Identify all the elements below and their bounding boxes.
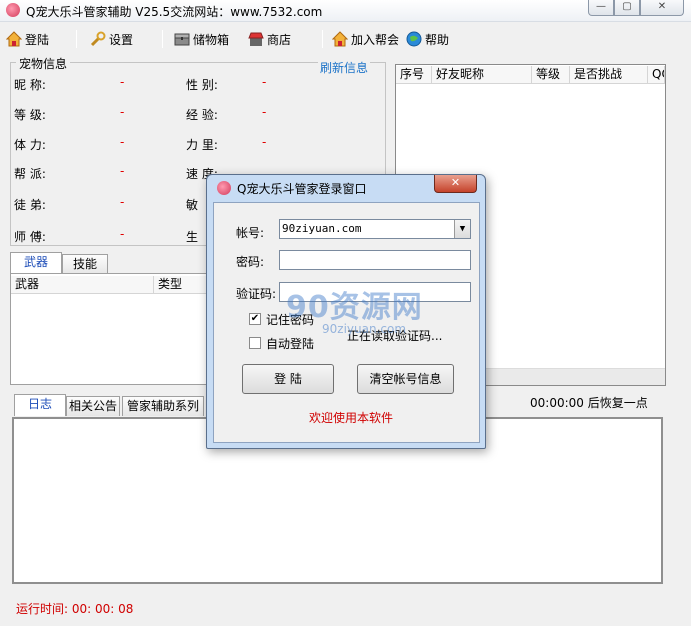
- friend-col-nickname[interactable]: 好友昵称: [432, 66, 532, 84]
- nickname-value: -: [120, 75, 125, 89]
- password-field[interactable]: [279, 250, 471, 270]
- clear-account-button[interactable]: 清空帐号信息: [357, 364, 454, 394]
- wrench-icon: [90, 31, 106, 47]
- tab-weapons[interactable]: 武器: [10, 252, 62, 274]
- maximize-button[interactable]: ▢: [614, 0, 640, 16]
- strength-label: 力 里:: [186, 138, 218, 152]
- help-globe-icon: [406, 31, 422, 47]
- dropdown-arrow-icon[interactable]: ▼: [454, 220, 470, 238]
- auto-login-checkbox[interactable]: [249, 337, 261, 349]
- join-clan-toolbar-button[interactable]: 加入帮会: [332, 29, 399, 49]
- help-toolbar-button[interactable]: 帮助: [406, 29, 449, 49]
- login-label: 登陆: [25, 32, 50, 47]
- join-clan-label: 加入帮会: [351, 32, 400, 47]
- level-value: -: [120, 105, 125, 119]
- agility-label: 敏: [186, 198, 199, 212]
- chest-icon: [174, 33, 190, 46]
- toolbar-separator: [322, 30, 323, 48]
- toolbar: 登陆 设置 储物箱 商店 加入帮会 帮助: [0, 26, 691, 52]
- storage-label: 储物箱: [193, 32, 230, 47]
- window-title: Q宠大乐斗管家辅助 V25.5交流网站：www.7532.com: [26, 5, 323, 19]
- shop-label: 商店: [267, 32, 292, 47]
- remember-password-checkbox[interactable]: ✔: [249, 313, 261, 325]
- stamina-value: -: [120, 135, 125, 149]
- welcome-text: 欢迎使用本软件: [309, 411, 394, 425]
- tab-skills[interactable]: 技能: [62, 254, 108, 274]
- account-value: 90ziyuan.com: [282, 222, 362, 235]
- clan-value: -: [120, 164, 125, 178]
- maximize-icon: ▢: [622, 1, 632, 12]
- strength-value: -: [262, 135, 267, 149]
- pet-info-legend: 宠物信息: [16, 55, 71, 72]
- home-icon: [332, 31, 348, 47]
- close-icon: ✕: [657, 1, 667, 12]
- dialog-app-icon: [217, 181, 231, 195]
- settings-toolbar-button[interactable]: 设置: [90, 29, 133, 49]
- shop-icon: [248, 32, 264, 46]
- shop-toolbar-button[interactable]: 商店: [248, 29, 291, 49]
- close-icon: ✕: [450, 176, 461, 189]
- captcha-label: 验证码:: [236, 287, 277, 301]
- minimize-icon: —: [596, 1, 606, 12]
- experience-label: 经 验:: [186, 108, 218, 122]
- login-toolbar-button[interactable]: 登陆: [6, 29, 49, 49]
- master-label: 师 傅:: [14, 230, 46, 244]
- experience-value: -: [262, 105, 267, 119]
- level-label: 等 级:: [14, 108, 46, 122]
- login-button[interactable]: 登 陆: [242, 364, 334, 394]
- account-label: 帐号:: [236, 226, 265, 240]
- toolbar-separator: [162, 30, 163, 48]
- health-label: 生: [186, 230, 199, 244]
- settings-label: 设置: [109, 32, 134, 47]
- watermark-url: 90ziyuan.com: [322, 322, 407, 336]
- password-label: 密码:: [236, 255, 265, 269]
- account-combobox[interactable]: 90ziyuan.com ▼: [279, 219, 471, 239]
- friend-col-qq[interactable]: QQ: [648, 66, 665, 84]
- apprentice-label: 徒 弟:: [14, 198, 46, 212]
- tab-log[interactable]: 日志: [14, 394, 66, 416]
- watermark-logo: 90资源网: [286, 290, 423, 325]
- app-icon: [6, 3, 20, 17]
- stamina-restore-timer: 00:00:00 后恢复一点: [530, 396, 648, 410]
- dialog-title: Q宠大乐斗管家登录窗口: [237, 182, 367, 196]
- gender-value: -: [262, 75, 267, 89]
- clan-label: 帮 派:: [14, 167, 46, 181]
- gender-label: 性 别:: [186, 78, 218, 92]
- apprentice-value: -: [120, 195, 125, 209]
- friend-col-level[interactable]: 等级: [532, 66, 570, 84]
- minimize-button[interactable]: —: [588, 0, 614, 16]
- dialog-close-button[interactable]: ✕: [434, 175, 477, 193]
- storage-toolbar-button[interactable]: 储物箱: [174, 29, 229, 49]
- friend-col-index[interactable]: 序号: [396, 66, 432, 84]
- runtime-status: 运行时间: 00: 00: 08: [16, 602, 134, 616]
- tab-assistant-series[interactable]: 管家辅助系列: [122, 396, 204, 416]
- weapon-column-header[interactable]: 武器: [11, 276, 154, 294]
- home-icon: [6, 31, 22, 47]
- stamina-label: 体 力:: [14, 138, 46, 152]
- help-label: 帮助: [425, 32, 450, 47]
- refresh-info-link[interactable]: 刷新信息: [318, 59, 371, 76]
- tab-notice[interactable]: 相关公告: [66, 396, 120, 416]
- close-button[interactable]: ✕: [640, 0, 684, 16]
- toolbar-separator: [76, 30, 77, 48]
- nickname-label: 昵 称:: [14, 78, 46, 92]
- master-value: -: [120, 227, 125, 241]
- auto-login-label: 自动登陆: [266, 337, 315, 351]
- friend-col-challenge[interactable]: 是否挑战: [570, 66, 648, 84]
